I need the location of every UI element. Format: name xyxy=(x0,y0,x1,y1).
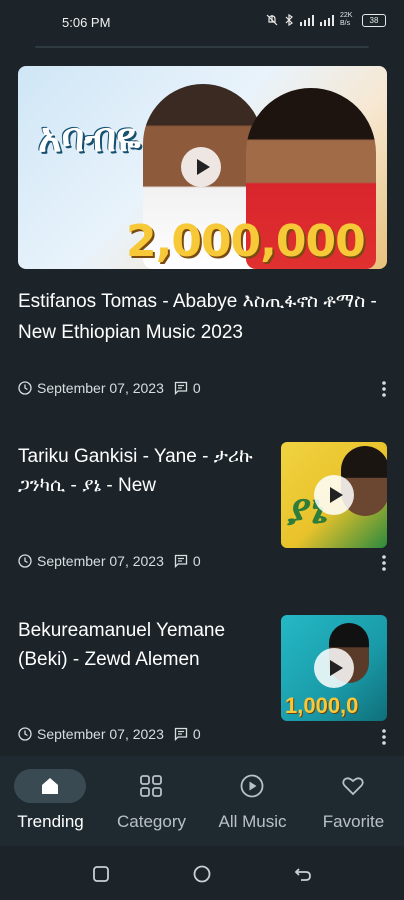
status-bar: 5:06 PM 22K B/s 38 xyxy=(0,0,404,44)
home-button-icon[interactable] xyxy=(192,864,212,884)
nav-label: Trending xyxy=(17,812,84,831)
top-divider xyxy=(35,46,369,48)
video-thumbnail[interactable]: አባብዬ 2,000,000 xyxy=(18,66,387,269)
video-date: September 07, 2023 xyxy=(37,380,164,396)
nav-label: All Music xyxy=(218,812,287,831)
thumbnail-title-art: አባብዬ xyxy=(38,114,141,161)
comment-icon xyxy=(174,554,188,568)
status-time: 5:06 PM xyxy=(62,15,111,30)
video-date: September 07, 2023 xyxy=(37,553,164,569)
home-icon xyxy=(42,778,58,794)
video-meta: September 07, 2023 0 xyxy=(18,726,201,742)
system-navigation-bar xyxy=(0,846,404,900)
video-date: September 07, 2023 xyxy=(37,726,164,742)
play-circle-icon xyxy=(240,774,264,798)
clock-icon xyxy=(18,381,32,395)
more-options-icon[interactable] xyxy=(382,728,386,746)
battery-icon: 38 xyxy=(362,13,386,27)
play-icon[interactable] xyxy=(181,147,221,187)
nav-favorite[interactable]: Favorite xyxy=(303,756,404,846)
thumbnail-views-art: 2,000,000 xyxy=(126,216,366,267)
video-title[interactable]: Tariku Gankisi - Yane - ታሪኩ ጋንካሲ - ያኔ - … xyxy=(18,442,268,500)
signal-icon-2 xyxy=(320,14,334,26)
video-title[interactable]: Bekureamanuel Yemane (Beki) - Zewd Aleme… xyxy=(18,616,268,674)
back-icon[interactable] xyxy=(293,864,313,884)
mute-icon xyxy=(266,14,278,26)
comment-icon xyxy=(174,381,188,395)
clock-icon xyxy=(18,727,32,741)
bottom-navigation: Trending Category All Music Favorite xyxy=(0,756,404,846)
heart-icon xyxy=(342,777,364,796)
network-speed: 22K B/s xyxy=(340,12,353,27)
video-meta: September 07, 2023 0 xyxy=(18,380,201,396)
nav-label: Favorite xyxy=(322,812,385,831)
thumbnail-views-art: 1,000,0 xyxy=(285,693,359,718)
signal-icon xyxy=(300,14,314,26)
nav-trending[interactable]: Trending xyxy=(0,756,101,846)
nav-category[interactable]: Category xyxy=(101,756,202,846)
more-options-icon[interactable] xyxy=(382,380,386,398)
play-icon[interactable] xyxy=(314,648,354,688)
video-meta: September 07, 2023 0 xyxy=(18,553,201,569)
video-thumbnail[interactable]: 1,000,0 xyxy=(281,615,387,721)
comment-count: 0 xyxy=(192,380,201,396)
more-options-icon[interactable] xyxy=(382,554,386,572)
video-title[interactable]: Estifanos Tomas - Ababye እስጢፋኖስ ቶማስ - Ne… xyxy=(18,286,378,348)
music-feed: አባብዬ 2,000,000 Estifanos Tomas - Ababye … xyxy=(0,66,404,756)
comment-icon xyxy=(174,727,188,741)
video-thumbnail[interactable]: ያኔ xyxy=(281,442,387,548)
play-icon[interactable] xyxy=(314,475,354,515)
comment-count: 0 xyxy=(192,553,201,569)
bluetooth-icon xyxy=(285,14,293,26)
nav-all-music[interactable]: All Music xyxy=(202,756,303,846)
clock-icon xyxy=(18,554,32,568)
status-icons: 22K B/s 38 xyxy=(266,12,386,28)
nav-label: Category xyxy=(117,812,186,831)
grid-icon xyxy=(140,775,162,797)
comment-count: 0 xyxy=(192,726,201,742)
recent-apps-icon[interactable] xyxy=(91,864,111,884)
